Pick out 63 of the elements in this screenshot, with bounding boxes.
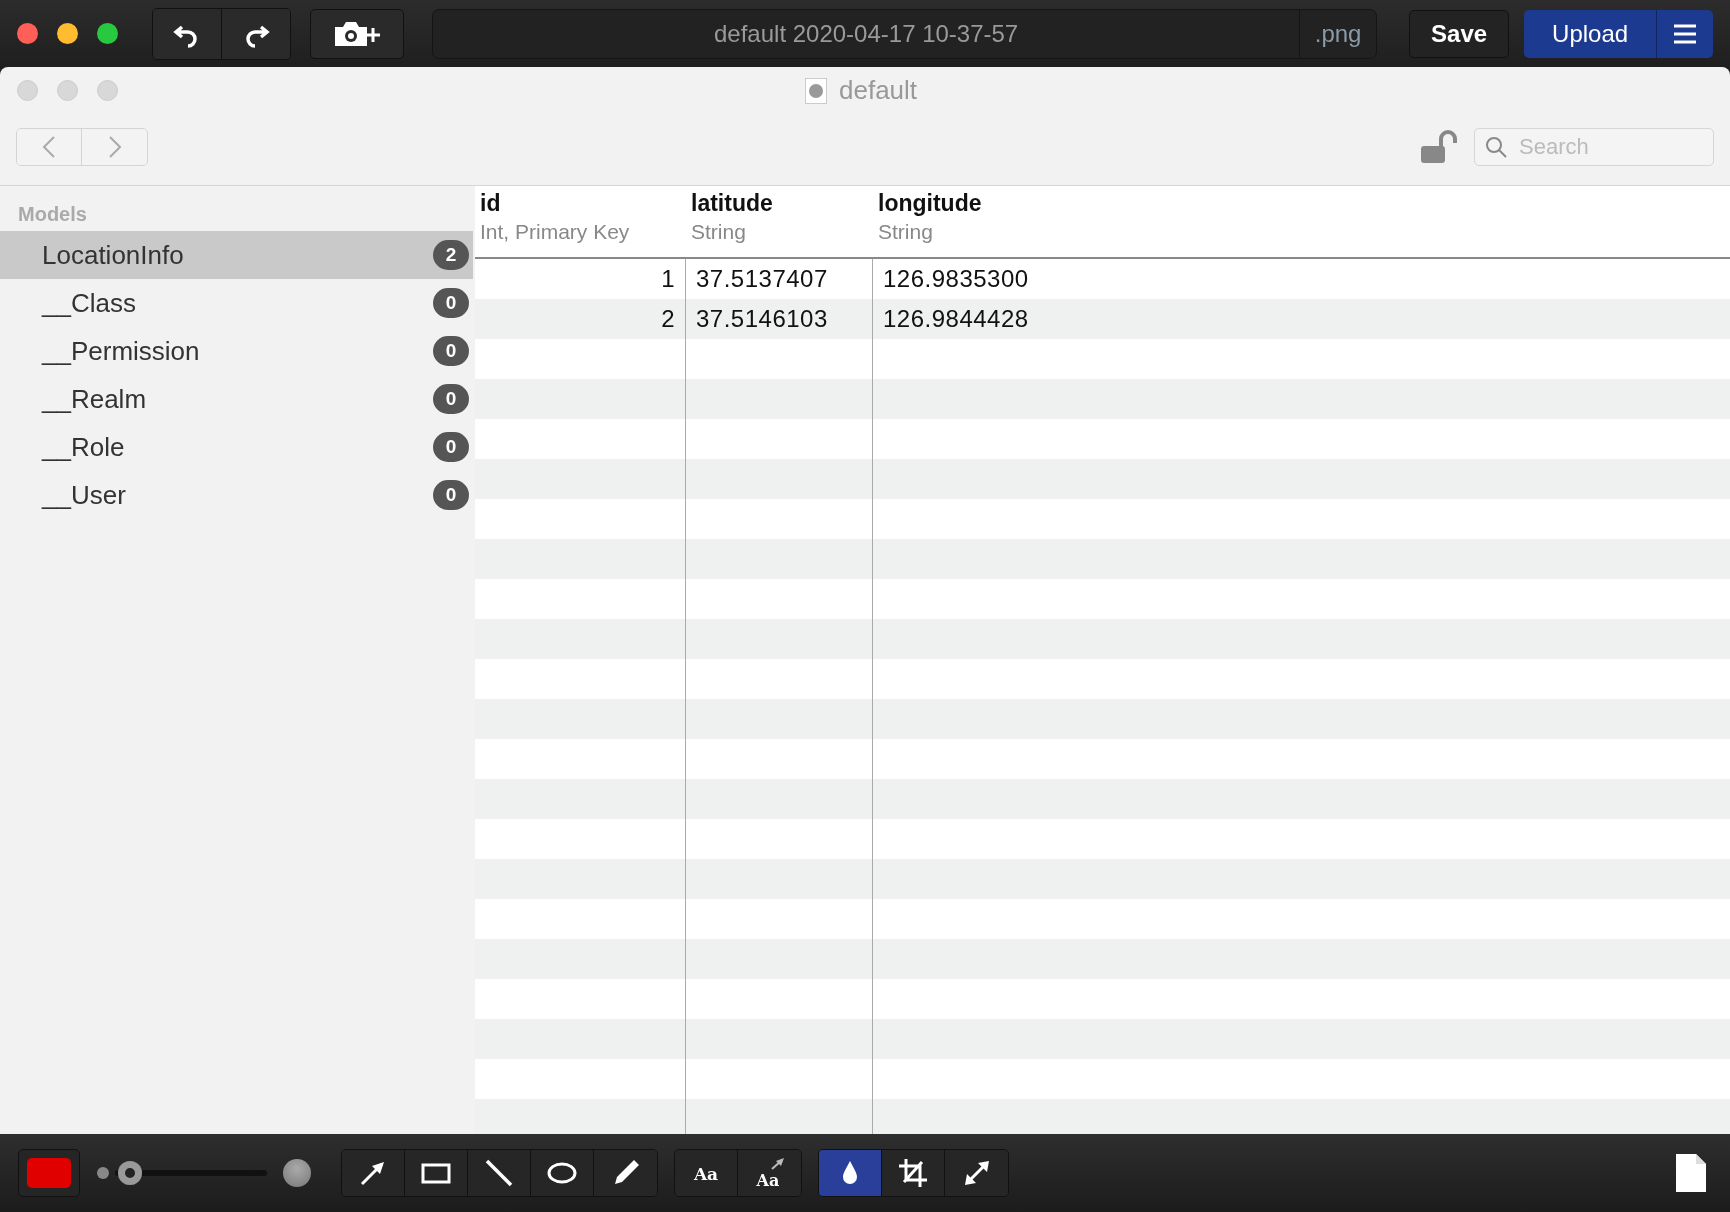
chevron-left-icon (42, 135, 56, 159)
table-cell-text: 2 (660, 304, 676, 334)
table-cell-text: 126.9835300 (882, 264, 1030, 294)
ellipse-tool-button[interactable] (531, 1150, 594, 1196)
table-cell-text: 37.5146103 (695, 304, 829, 334)
text-arrow-tool-button[interactable]: Aa (738, 1150, 801, 1196)
slider-thumb[interactable] (118, 1161, 143, 1185)
sidebar-item[interactable]: __Role 0 (0, 423, 473, 471)
column-header[interactable]: id (480, 190, 686, 217)
line-width-slider[interactable] (115, 1161, 267, 1185)
save-button[interactable]: Save (1409, 9, 1509, 58)
table-cell-text: 126.9844428 (882, 304, 1030, 334)
unlocked-padlock-icon[interactable] (1419, 129, 1459, 165)
column-type: String (691, 220, 747, 244)
drop-tool-button[interactable] (819, 1150, 882, 1196)
small-dot-icon (97, 1167, 109, 1179)
table-cell-text: 37.5137407 (695, 264, 829, 294)
redo-button[interactable] (221, 8, 291, 59)
sidebar-header: Models (17, 203, 88, 227)
text-icon: Aa (690, 1157, 722, 1189)
rectangle-tool-button[interactable] (405, 1150, 468, 1196)
chevron-right-icon (107, 135, 122, 159)
column-header[interactable]: latitude (691, 190, 873, 217)
pencil-tool-button[interactable] (594, 1150, 657, 1196)
search-field[interactable]: Search (1474, 128, 1714, 166)
file-name-field[interactable]: default 2020-04-17 10-37-57 .png (432, 8, 1378, 59)
table-cell-text: 1 (660, 264, 676, 294)
count-badge: 2 (433, 240, 469, 270)
arrow-tool-button[interactable] (342, 1150, 405, 1196)
minimize-window-button[interactable] (57, 23, 78, 44)
count-badge: 0 (433, 336, 469, 366)
count-badge: 0 (433, 432, 469, 462)
line-tool-button[interactable] (468, 1150, 531, 1196)
column-type: Int, Primary Key (480, 220, 631, 244)
sidebar-item[interactable]: LocationInfo 2 (0, 231, 473, 279)
column-header[interactable]: longitude (878, 190, 1730, 217)
menu-icon (1673, 23, 1698, 44)
count-badge: 0 (433, 480, 469, 510)
window-title: default (839, 75, 918, 106)
sidebar-item[interactable]: __Permission 0 (0, 327, 473, 375)
document-icon[interactable] (1676, 1154, 1706, 1192)
large-dot-icon (283, 1159, 311, 1187)
search-icon (1484, 135, 1508, 159)
upload-button[interactable]: Upload (1524, 9, 1658, 58)
zoom-window-button[interactable] (97, 23, 118, 44)
crop-icon (897, 1157, 929, 1189)
column-type: String (878, 220, 934, 244)
document-icon (805, 77, 827, 104)
count-badge: 0 (433, 384, 469, 414)
sidebar-item[interactable]: __Realm 0 (0, 375, 473, 423)
camera-plus-button[interactable] (310, 8, 405, 59)
crop-tool-button[interactable] (882, 1150, 945, 1196)
sidebar-item[interactable]: __Class 0 (0, 279, 473, 327)
color-well[interactable] (18, 1149, 80, 1197)
text-tool-button[interactable]: Aa (675, 1150, 738, 1196)
close-window-button[interactable] (17, 23, 38, 44)
undo-button[interactable] (153, 8, 222, 59)
menu-button[interactable] (1657, 9, 1713, 58)
expand-arrows-tool-button[interactable] (945, 1150, 1008, 1196)
file-extension[interactable]: .png (1299, 9, 1377, 58)
sidebar-item[interactable]: __User 0 (0, 471, 473, 519)
line-icon (483, 1157, 515, 1189)
count-badge: 0 (433, 288, 469, 318)
